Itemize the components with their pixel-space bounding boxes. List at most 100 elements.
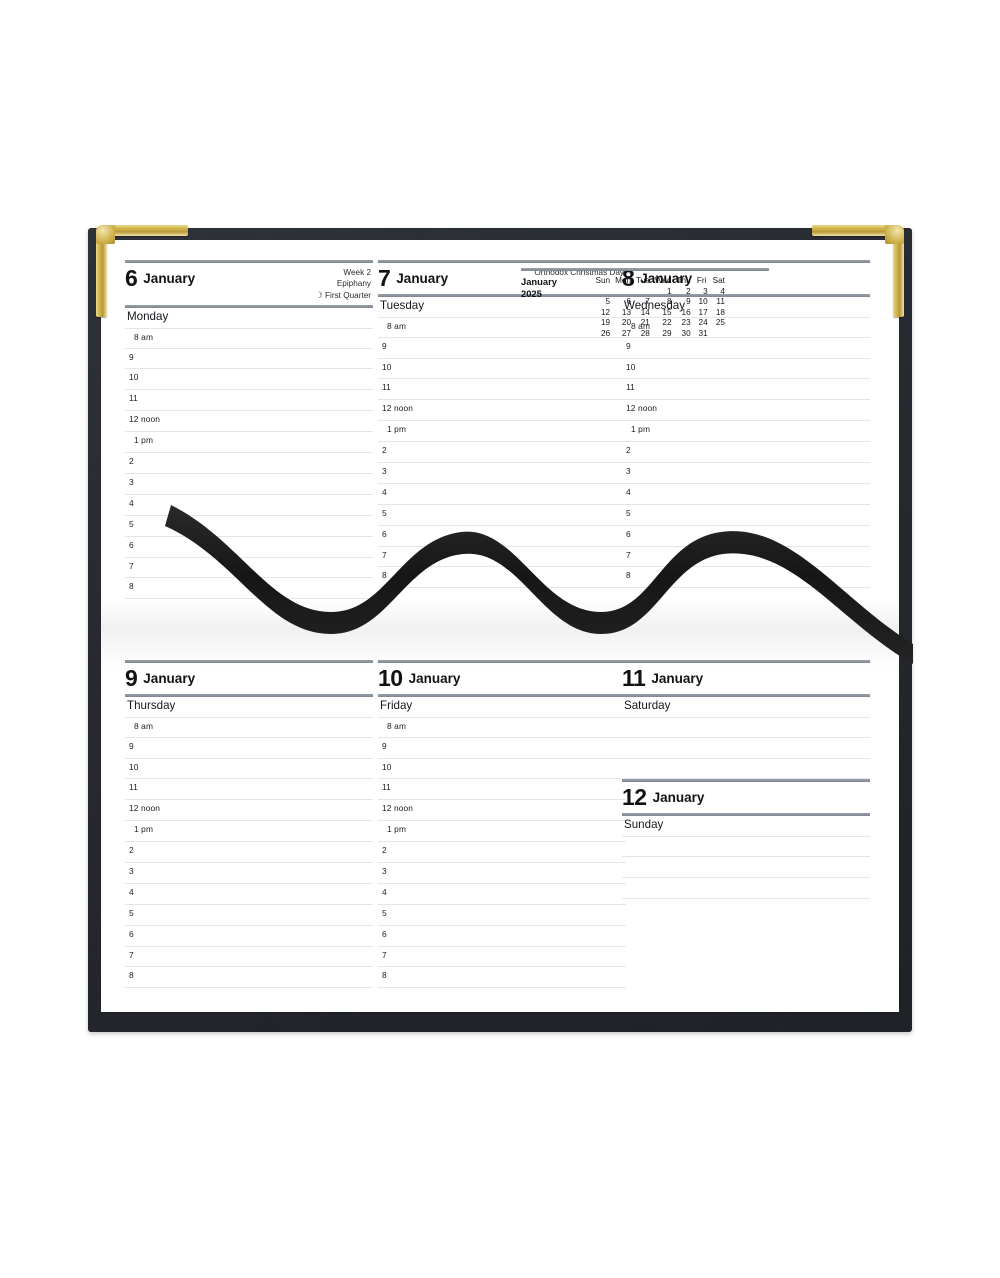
hour-slot[interactable]: 8: [622, 567, 870, 589]
minical-day-cell[interactable]: 5: [593, 297, 613, 308]
hour-slot[interactable]: 1 pm: [125, 821, 373, 843]
blank-writing-line[interactable]: [622, 716, 870, 738]
minical-day-cell[interactable]: 6: [613, 297, 634, 308]
hour-slot[interactable]: 5: [378, 505, 626, 526]
hour-slot[interactable]: 10: [378, 359, 626, 380]
minical-day-cell[interactable]: 1: [652, 287, 674, 298]
hour-slot[interactable]: 8: [125, 967, 373, 989]
hour-slot[interactable]: 7: [622, 547, 870, 568]
hour-slot[interactable]: 9: [125, 349, 373, 370]
hour-slot[interactable]: 2: [125, 453, 373, 474]
hour-slot[interactable]: 9: [125, 738, 373, 759]
hour-slot[interactable]: 2: [378, 442, 626, 463]
minical-day-cell[interactable]: 26: [593, 329, 613, 340]
hour-slot[interactable]: 5: [622, 505, 870, 526]
minical-day-cell[interactable]: 18: [710, 308, 727, 319]
hour-slot[interactable]: 2: [378, 842, 626, 863]
blank-writing-line[interactable]: [622, 759, 870, 780]
minical-day-cell[interactable]: 8: [652, 297, 674, 308]
hour-slot[interactable]: 6: [622, 526, 870, 547]
blank-writing-line[interactable]: [622, 857, 870, 878]
minical-day-cell[interactable]: 15: [652, 308, 674, 319]
minical-day-cell[interactable]: [710, 329, 727, 340]
hour-slot[interactable]: 8 am: [378, 716, 626, 738]
hour-slot[interactable]: 3: [622, 463, 870, 484]
blank-writing-line[interactable]: [622, 836, 870, 858]
hour-slot[interactable]: 2: [125, 842, 373, 863]
hour-slot[interactable]: 7: [125, 558, 373, 579]
minical-day-cell[interactable]: 13: [613, 308, 634, 319]
minical-day-cell[interactable]: 12: [593, 308, 613, 319]
hour-slot[interactable]: 7: [378, 547, 626, 568]
hour-slot[interactable]: 5: [125, 516, 373, 537]
hour-slot[interactable]: 9: [378, 338, 626, 359]
hour-slot[interactable]: 4: [378, 484, 626, 505]
hour-slot[interactable]: 7: [378, 947, 626, 968]
minical-day-cell[interactable]: 7: [634, 297, 653, 308]
minical-day-cell[interactable]: 29: [652, 329, 674, 340]
minical-day-cell[interactable]: 28: [634, 329, 653, 340]
hour-slot[interactable]: 6: [125, 537, 373, 558]
minical-day-cell[interactable]: 16: [674, 308, 693, 319]
minical-day-cell[interactable]: [613, 287, 634, 298]
hour-slot[interactable]: 1 pm: [622, 421, 870, 443]
hour-slot[interactable]: 4: [378, 884, 626, 905]
minical-day-cell[interactable]: [593, 287, 613, 298]
minical-day-cell[interactable]: 9: [674, 297, 693, 308]
minical-day-cell[interactable]: 27: [613, 329, 634, 340]
hour-slot[interactable]: 8 am: [125, 716, 373, 738]
hour-slot[interactable]: 1 pm: [378, 821, 626, 843]
hour-slot[interactable]: 5: [378, 905, 626, 926]
hour-slot[interactable]: 11: [378, 379, 626, 401]
hour-slot[interactable]: 8: [378, 967, 626, 989]
hour-slot[interactable]: 10: [125, 759, 373, 780]
hour-slot[interactable]: 2: [622, 442, 870, 463]
hour-slot[interactable]: 11: [378, 779, 626, 801]
blank-writing-line[interactable]: [622, 878, 870, 899]
hour-slot[interactable]: 3: [378, 463, 626, 484]
minical-day-cell[interactable]: 3: [693, 287, 710, 298]
minical-day-cell[interactable]: 23: [674, 318, 693, 329]
minical-day-cell[interactable]: 31: [693, 329, 710, 340]
minical-day-cell[interactable]: 25: [710, 318, 727, 329]
hour-slot[interactable]: 3: [125, 863, 373, 884]
hour-slot[interactable]: 4: [622, 484, 870, 505]
hour-slot[interactable]: 12 noon: [622, 400, 870, 422]
hour-slot[interactable]: 6: [378, 526, 626, 547]
blank-writing-line[interactable]: [622, 738, 870, 759]
hour-slot[interactable]: 11: [125, 390, 373, 412]
minical-day-cell[interactable]: 10: [693, 297, 710, 308]
hour-slot[interactable]: 10: [125, 369, 373, 391]
hour-slot[interactable]: 12 noon: [125, 800, 373, 822]
hour-slot[interactable]: 4: [125, 495, 373, 516]
minical-day-cell[interactable]: 30: [674, 329, 693, 340]
hour-slot[interactable]: 12 noon: [378, 800, 626, 822]
minical-day-cell[interactable]: 22: [652, 318, 674, 329]
minical-day-cell[interactable]: [634, 287, 653, 298]
hour-slot[interactable]: 1 pm: [378, 421, 626, 443]
hour-slot[interactable]: 8: [378, 567, 626, 589]
minical-day-cell[interactable]: 14: [634, 308, 653, 319]
minical-day-cell[interactable]: 17: [693, 308, 710, 319]
hour-slot[interactable]: 12 noon: [378, 400, 626, 422]
minical-day-cell[interactable]: 24: [693, 318, 710, 329]
hour-slot[interactable]: 5: [125, 905, 373, 926]
hour-slot[interactable]: 6: [378, 926, 626, 947]
hour-slot[interactable]: 11: [125, 779, 373, 801]
hour-slot[interactable]: 10: [622, 359, 870, 380]
minical-day-cell[interactable]: 4: [710, 287, 727, 298]
hour-slot[interactable]: 9: [378, 738, 626, 759]
hour-slot[interactable]: 12 noon: [125, 411, 373, 433]
hour-slot[interactable]: 10: [378, 759, 626, 780]
hour-slot[interactable]: 7: [125, 947, 373, 968]
minical-day-cell[interactable]: 19: [593, 318, 613, 329]
hour-slot[interactable]: 3: [125, 474, 373, 495]
minical-day-cell[interactable]: 20: [613, 318, 634, 329]
hour-slot[interactable]: 4: [125, 884, 373, 905]
hour-slot[interactable]: 11: [622, 379, 870, 401]
hour-slot[interactable]: 6: [125, 926, 373, 947]
hour-slot[interactable]: 9: [622, 338, 870, 359]
hour-slot[interactable]: 8 am: [125, 327, 373, 349]
minical-day-cell[interactable]: 2: [674, 287, 693, 298]
hour-slot[interactable]: 1 pm: [125, 432, 373, 454]
